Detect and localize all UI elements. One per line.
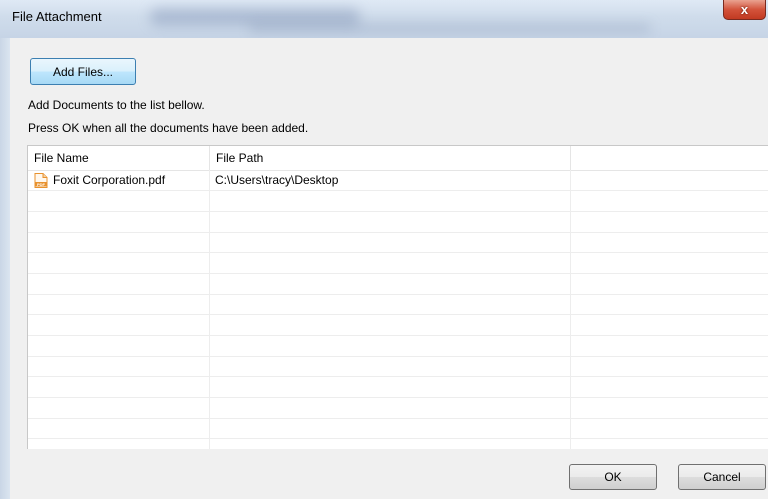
list-header: File Name File Path xyxy=(28,146,768,171)
column-header-file-name[interactable]: File Name xyxy=(28,146,210,170)
row-divider xyxy=(28,335,768,336)
row-divider xyxy=(28,376,768,377)
file-name-cell: Foxit Corporation.pdf xyxy=(53,173,166,187)
row-divider xyxy=(28,418,768,419)
file-attachment-dialog: File Attachment x Add Files... Add Docum… xyxy=(0,0,768,499)
file-list[interactable]: File Name File Path PDF Foxit Corporatio… xyxy=(27,145,768,449)
instruction-line-1: Add Documents to the list bellow. xyxy=(28,98,205,112)
instruction-line-2: Press OK when all the documents have bee… xyxy=(28,121,309,135)
title-bar[interactable]: File Attachment x xyxy=(0,0,768,38)
add-files-button[interactable]: Add Files... xyxy=(30,58,136,85)
column-header-file-path[interactable]: File Path xyxy=(210,146,571,170)
row-divider xyxy=(28,252,768,253)
cancel-button[interactable]: Cancel xyxy=(678,464,766,490)
close-icon: x xyxy=(740,2,749,17)
window-title: File Attachment xyxy=(12,9,102,24)
titlebar-glass-blur-secondary xyxy=(250,24,650,32)
row-divider xyxy=(28,273,768,274)
pdf-file-icon: PDF xyxy=(34,173,48,188)
file-path-cell: C:\Users\tracy\Desktop xyxy=(215,173,339,187)
ok-button[interactable]: OK xyxy=(569,464,657,490)
svg-text:PDF: PDF xyxy=(37,182,46,187)
column-header-empty[interactable] xyxy=(571,146,768,170)
table-row[interactable]: PDF Foxit Corporation.pdf C:\Users\tracy… xyxy=(28,170,768,190)
row-divider xyxy=(28,397,768,398)
close-button[interactable]: x xyxy=(723,0,766,20)
row-divider xyxy=(28,356,768,357)
row-divider xyxy=(28,314,768,315)
dialog-body: Add Files... Add Documents to the list b… xyxy=(10,38,768,499)
row-divider xyxy=(28,232,768,233)
window-frame-left xyxy=(0,38,10,499)
row-divider xyxy=(28,438,768,439)
row-divider xyxy=(28,294,768,295)
row-divider xyxy=(28,211,768,212)
row-divider xyxy=(28,190,768,191)
